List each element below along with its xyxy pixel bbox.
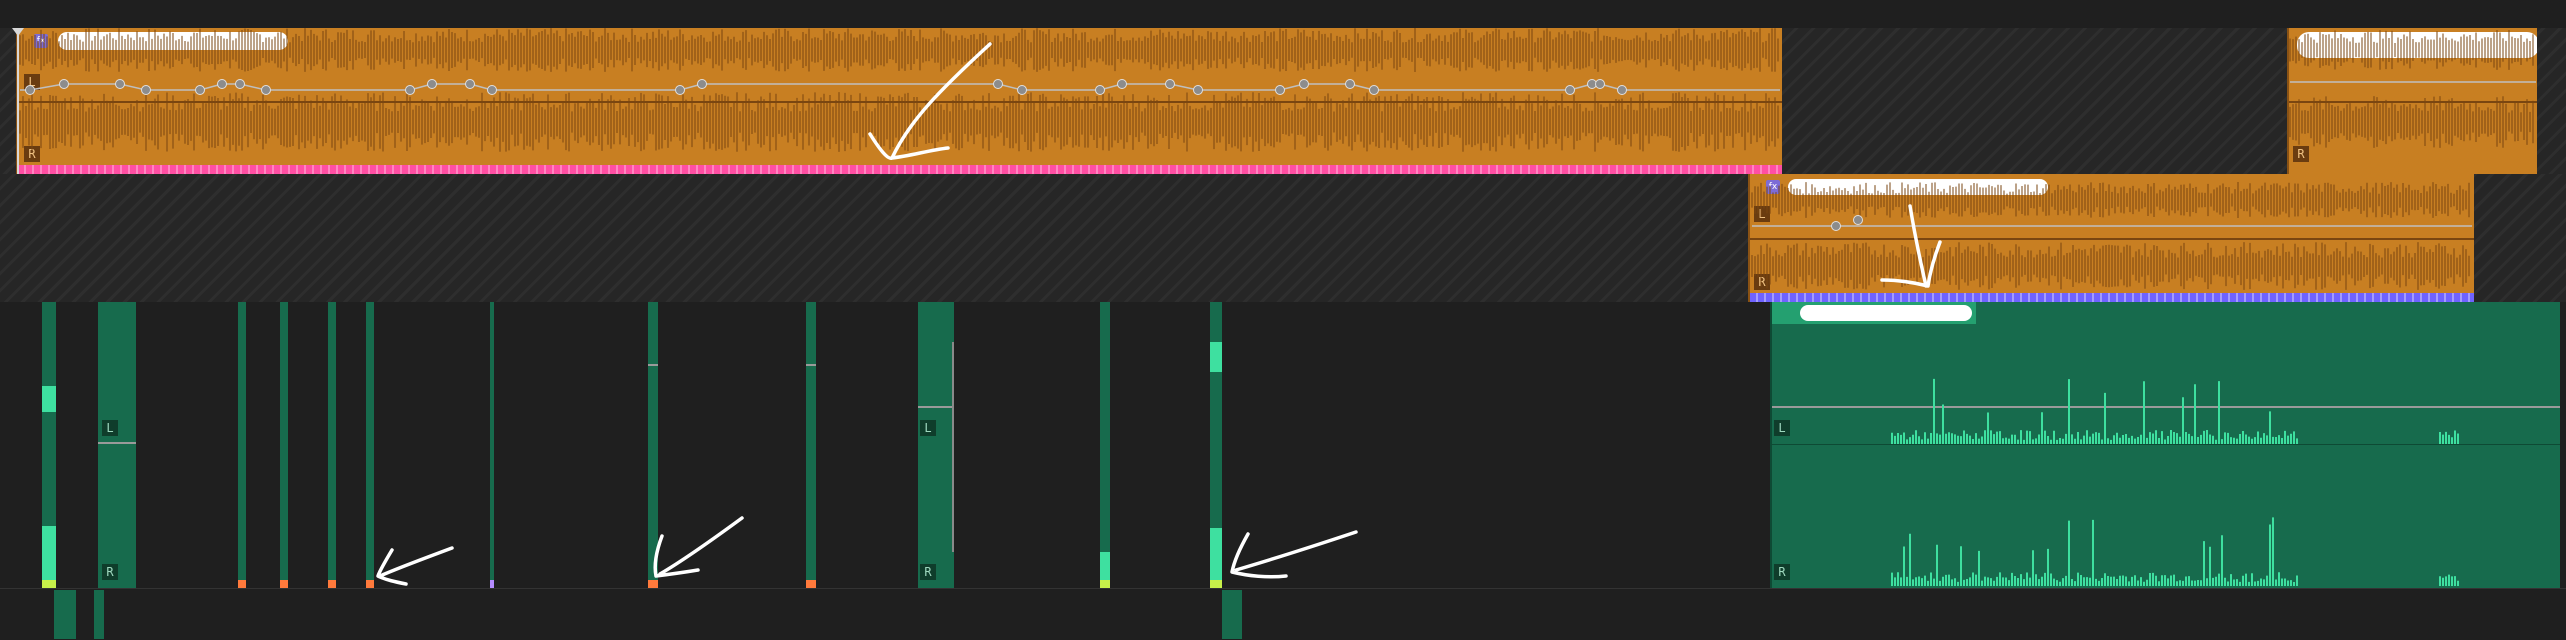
keyframe-node-icon	[1095, 85, 1105, 95]
keyframe-node-icon	[697, 79, 707, 89]
waveform-green	[2439, 574, 2459, 586]
hand-drawn-arrow	[1230, 530, 1358, 579]
keyframe-node-icon	[1345, 79, 1355, 89]
keyframe-node-icon	[59, 79, 69, 89]
hand-drawn-arrow	[868, 42, 992, 160]
keyframe-node-icon	[1117, 79, 1127, 89]
waveform-right	[1751, 242, 2470, 290]
keyframe-node-icon	[25, 85, 35, 95]
keyframe-node-icon	[1165, 79, 1175, 89]
waveform-left	[2289, 30, 2534, 70]
keyframe-node-icon	[235, 79, 245, 89]
keyframe-node-icon	[465, 79, 475, 89]
keyframe-node-icon	[141, 85, 151, 95]
waveform-left	[1751, 182, 2470, 218]
keyframe-node-icon	[1017, 85, 1027, 95]
keyframe-node-icon	[115, 79, 125, 89]
keyframe-node-icon	[261, 85, 271, 95]
keyframe-node-icon	[427, 79, 437, 89]
waveform-green	[1891, 378, 2298, 444]
hand-drawn-arrow	[376, 546, 454, 586]
keyframe-node-icon	[1617, 85, 1627, 95]
volume-envelope	[20, 83, 1780, 91]
keyframe-node-icon	[1831, 221, 1841, 231]
keyframe-node-icon	[195, 85, 205, 95]
waveform-green	[1891, 517, 2298, 586]
keyframe-node-icon	[1369, 85, 1379, 95]
playhead-line	[17, 28, 19, 174]
keyframe-node-icon	[1193, 85, 1203, 95]
hand-drawn-arrow	[653, 516, 744, 578]
keyframe-node-icon	[1565, 85, 1575, 95]
keyframe-node-icon	[1595, 79, 1605, 89]
keyframe-node-icon	[993, 79, 1003, 89]
keyframe-node-icon	[405, 85, 415, 95]
timeline-editor: fx L R R fx L R L R L R	[0, 0, 2566, 640]
keyframe-node-icon	[217, 79, 227, 89]
waveform-right	[2289, 96, 2534, 148]
keyframe-node-icon	[675, 85, 685, 95]
waveform-overlay	[19, 28, 2536, 586]
keyframe-node-icon	[1299, 79, 1309, 89]
keyframe-node-icon	[1275, 85, 1285, 95]
waveform-left	[19, 28, 1779, 72]
waveform-green	[2439, 430, 2459, 444]
keyframe-node-icon	[1853, 215, 1863, 225]
keyframe-node-icon	[487, 85, 497, 95]
